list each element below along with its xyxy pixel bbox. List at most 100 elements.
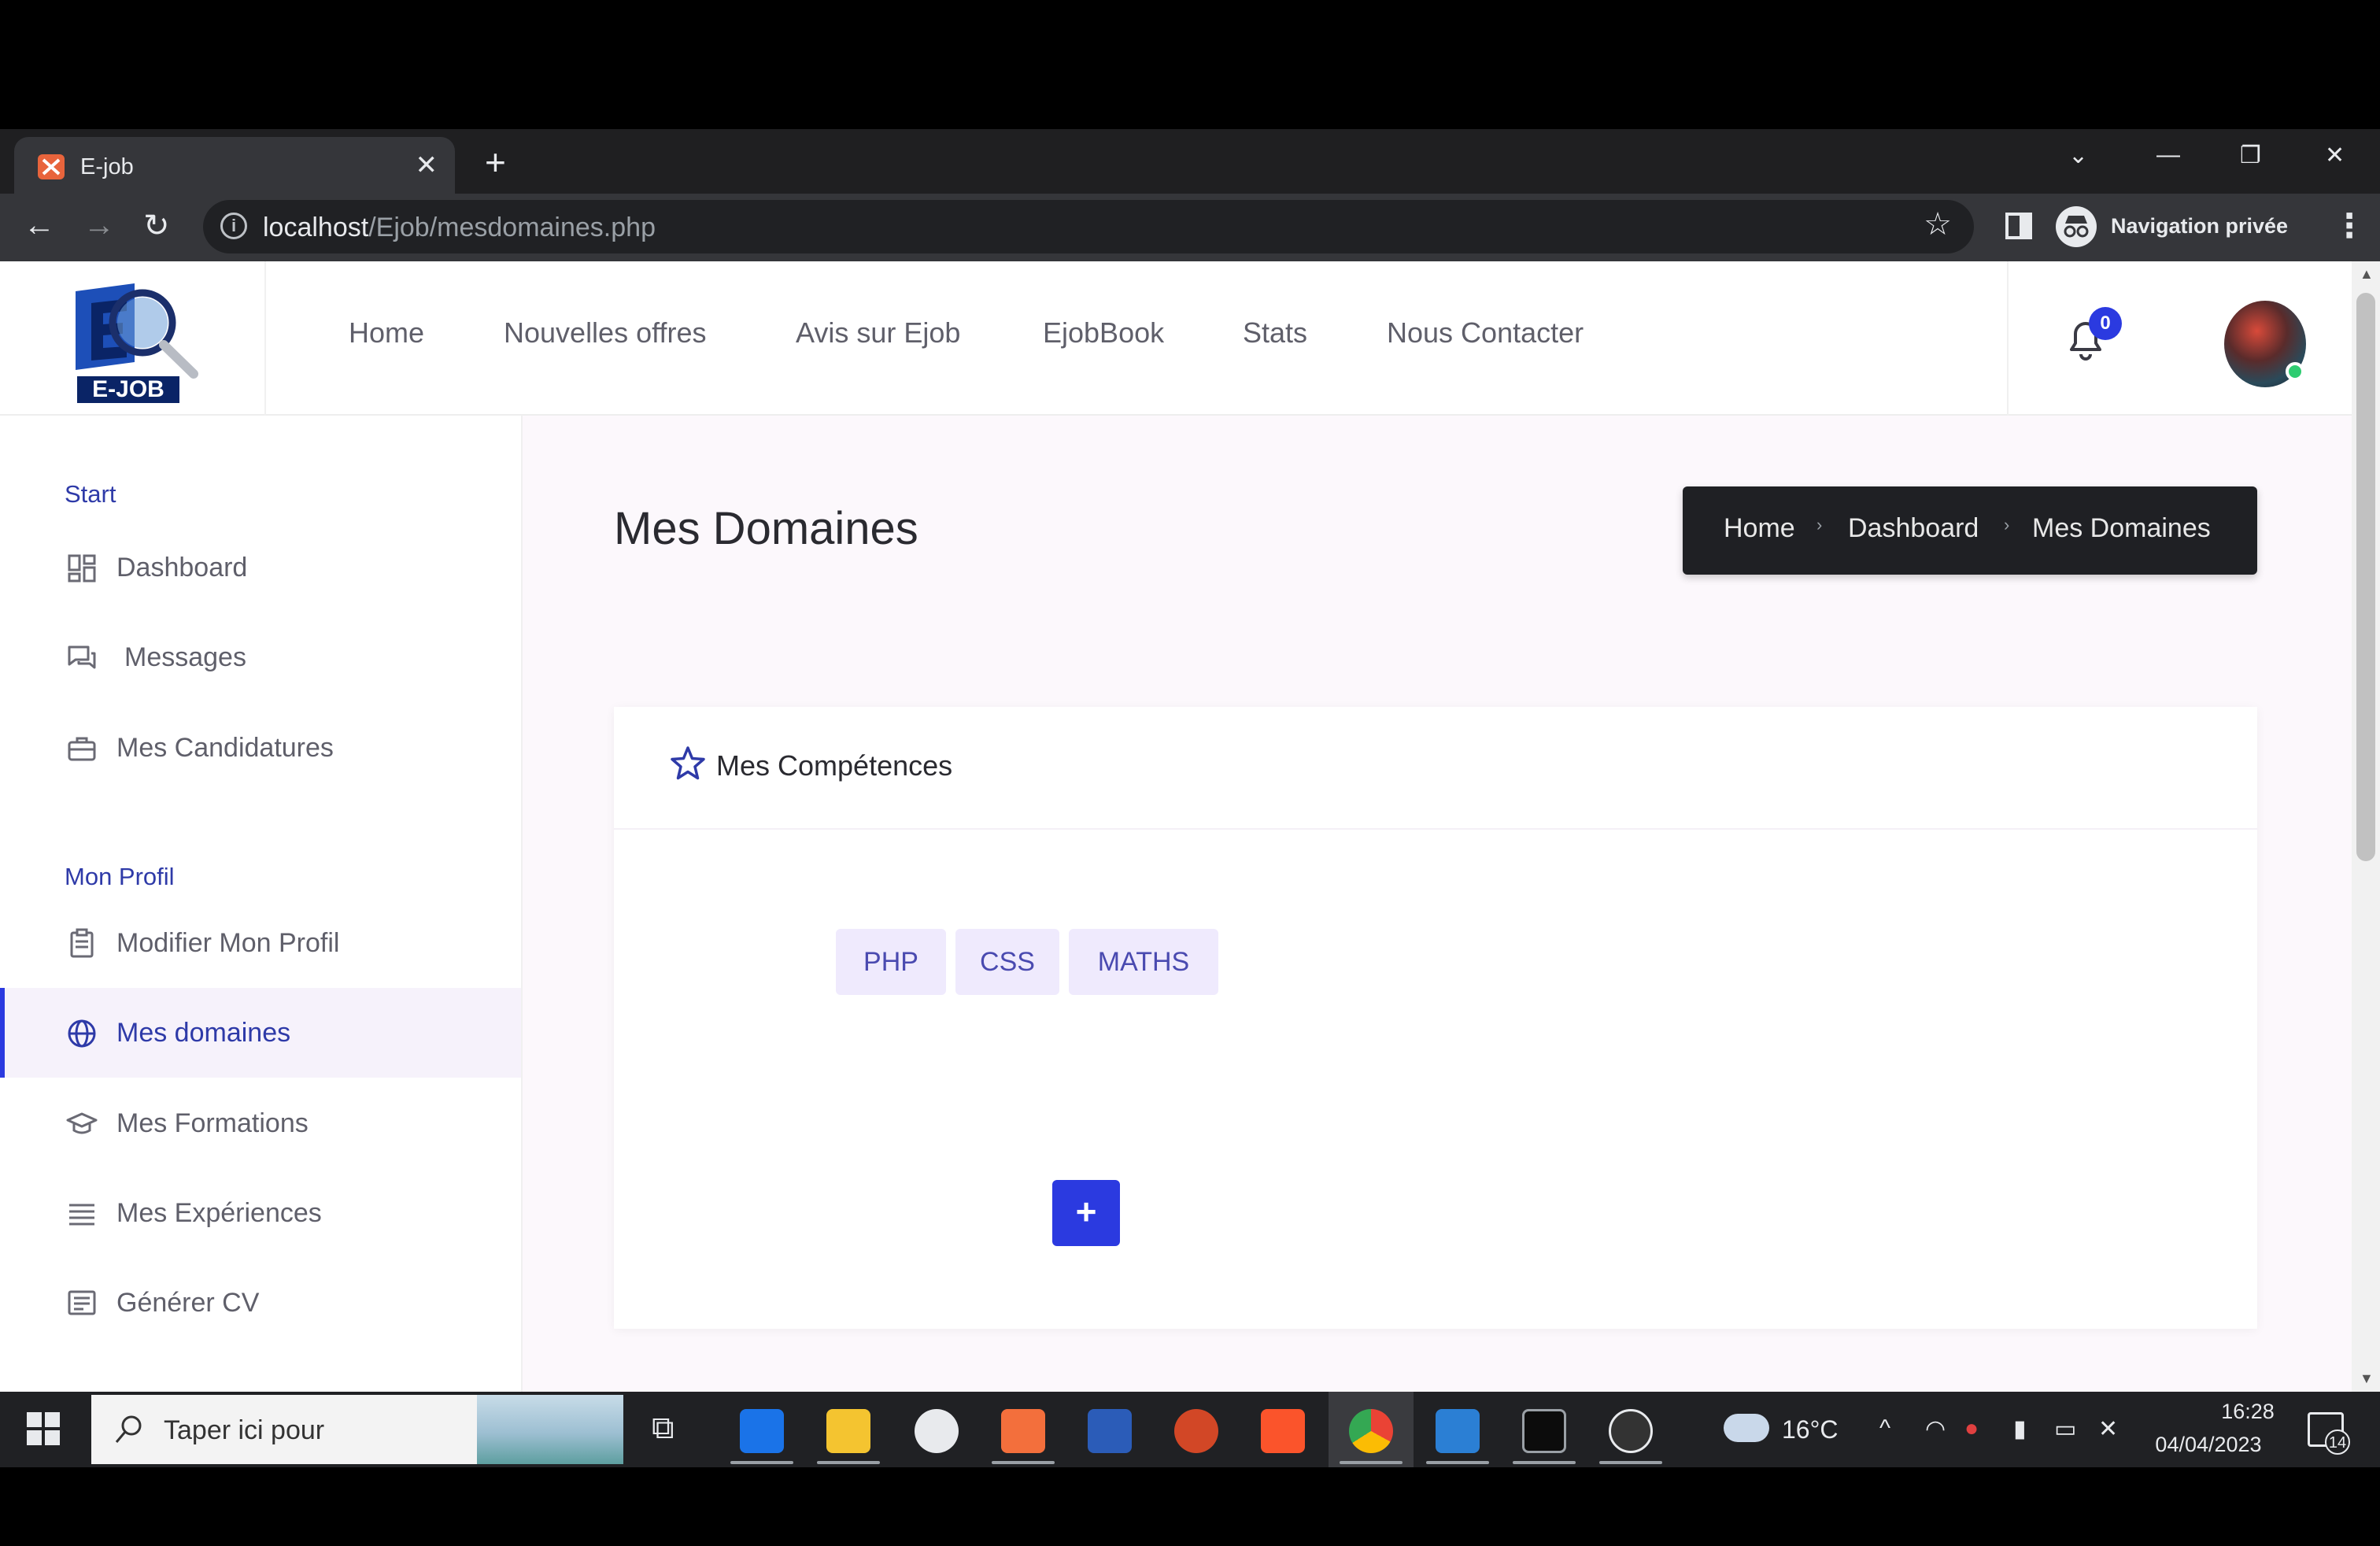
sidebar-item-mes-formations[interactable]: Mes Formations [0, 1078, 521, 1168]
nav-nouvelles-offres[interactable]: Nouvelles offres [504, 316, 706, 350]
breadcrumb-dashboard[interactable]: Dashboard [1848, 513, 1979, 544]
taskbar-search[interactable]: Taper ici pour [91, 1395, 623, 1464]
clipboard-icon [70, 928, 94, 958]
notification-center-count: 14 [2325, 1429, 2350, 1455]
battery-icon[interactable]: ▭ [2054, 1415, 2076, 1443]
nav-nous-contacter[interactable]: Nous Contacter [1387, 316, 1584, 350]
network-warning-icon[interactable]: ● [1964, 1415, 1979, 1442]
skill-chip-maths[interactable]: MATHS [1069, 929, 1218, 995]
reload-icon[interactable]: ↻ [143, 208, 170, 244]
task-view-icon[interactable]: ⧉ [652, 1411, 674, 1446]
skill-chip-php[interactable]: PHP [836, 929, 946, 995]
new-tab-icon[interactable]: + [485, 144, 506, 180]
ejob-logo[interactable]: E-JOB [60, 276, 201, 406]
cloud-weather-icon[interactable] [1724, 1414, 1769, 1442]
browser-toolbar: ← → ↻ i localhost/Ejob/mesdomaines.php ☆… [0, 194, 2380, 261]
dashboard-icon [68, 554, 96, 583]
sidebar: Start Dashboard Messages Mes Candidature… [0, 416, 523, 1392]
xampp-icon[interactable] [1001, 1409, 1045, 1453]
address-bar[interactable]: i localhost/Ejob/mesdomaines.php ☆ [203, 200, 1974, 253]
terminal-icon[interactable] [1522, 1409, 1566, 1453]
search-highlight-illustration [477, 1395, 623, 1464]
skill-chip-css[interactable]: CSS [955, 929, 1059, 995]
sidebar-item-messages[interactable]: Messages [0, 612, 521, 702]
clock-date[interactable]: 04/04/2023 [2153, 1433, 2264, 1457]
sidebar-section-mon-profil: Mon Profil [65, 863, 175, 890]
file-explorer-icon[interactable] [826, 1409, 870, 1453]
microphone-icon[interactable]: ▮ [2013, 1415, 2027, 1443]
search-icon [115, 1415, 142, 1443]
app-running-indicator [1599, 1461, 1662, 1464]
top-navbar: E-JOB Home Nouvelles offres Avis sur Ejo… [0, 261, 2352, 416]
nav-stats[interactable]: Stats [1243, 316, 1307, 350]
forward-icon[interactable]: → [83, 208, 115, 243]
document-icon [68, 1290, 96, 1315]
incognito-label[interactable]: Navigation privée [2111, 214, 2288, 239]
clock-time[interactable]: 16:28 [2185, 1400, 2311, 1424]
breadcrumb-current: Mes Domaines [2032, 513, 2211, 543]
nav-ejobbook[interactable]: EjobBook [1043, 316, 1164, 350]
sidebar-item-mes-experiences[interactable]: Mes Expériences [0, 1168, 521, 1258]
side-panel-icon[interactable] [2005, 213, 2032, 239]
sidebar-item-label: Modifier Mon Profil [116, 928, 340, 958]
tab-search-chevron-icon[interactable]: ⌄ [2068, 142, 2088, 169]
card-header: Mes Compétences [614, 707, 2257, 830]
breadcrumb-home[interactable]: Home [1724, 513, 1795, 544]
sidebar-item-label: Mes domaines [116, 1018, 291, 1048]
chrome-icon[interactable] [1349, 1409, 1393, 1453]
tray-chevron-icon[interactable]: ^ [1879, 1415, 1890, 1442]
word-icon[interactable] [1088, 1409, 1132, 1453]
scroll-up-icon[interactable]: ▲ [2360, 266, 2374, 283]
sidebar-item-mes-candidatures[interactable]: Mes Candidatures [0, 703, 521, 793]
navbar-right-divider [2007, 261, 2009, 416]
page-scrollbar[interactable]: ▲ ▼ [2352, 261, 2380, 1392]
minimize-icon[interactable]: — [2156, 142, 2180, 168]
bookmark-star-icon[interactable]: ☆ [1924, 206, 1952, 242]
mail-icon[interactable] [740, 1409, 784, 1453]
sidebar-item-label: Mes Formations [116, 1108, 309, 1138]
scroll-down-icon[interactable]: ▼ [2360, 1370, 2374, 1387]
sidebar-section-start: Start [65, 480, 116, 508]
obs-icon[interactable] [1609, 1409, 1653, 1453]
media-app-icon[interactable] [915, 1409, 959, 1453]
windows-start-icon[interactable] [27, 1412, 60, 1445]
wifi-icon[interactable]: ◠ [1925, 1415, 1946, 1443]
sidebar-item-modifier-mon-profil[interactable]: Modifier Mon Profil [0, 898, 521, 988]
globe-icon [68, 1019, 96, 1048]
close-window-icon[interactable]: ✕ [2325, 142, 2345, 169]
powerpoint-icon[interactable] [1174, 1409, 1218, 1453]
restore-icon[interactable]: ❐ [2240, 142, 2261, 169]
close-tab-icon[interactable]: ✕ [416, 150, 438, 181]
add-skill-button[interactable]: + [1052, 1180, 1120, 1246]
vscode-icon[interactable] [1436, 1409, 1480, 1453]
xampp-favicon-icon [38, 154, 65, 179]
messages-icon [68, 645, 96, 669]
browser-tab[interactable]: E-job ✕ [14, 137, 455, 194]
volume-muted-icon[interactable]: ✕ [2098, 1415, 2118, 1443]
browser-menu-icon[interactable]: ⋮ [2333, 206, 2366, 245]
sidebar-item-dashboard[interactable]: Dashboard [0, 523, 521, 612]
site-info-icon[interactable]: i [220, 213, 247, 239]
sidebar-item-generer-cv[interactable]: Générer CV [0, 1258, 521, 1348]
incognito-icon[interactable] [2056, 206, 2097, 247]
app-running-indicator [1513, 1461, 1576, 1464]
breadcrumb-separator-icon: › [2004, 515, 2010, 534]
page-title: Mes Domaines [614, 503, 918, 554]
sidebar-item-label: Générer CV [116, 1288, 260, 1318]
nav-home[interactable]: Home [349, 316, 424, 350]
url-host: localhost [263, 213, 369, 242]
star-icon [671, 746, 705, 780]
taskbar-search-placeholder: Taper ici pour [164, 1415, 325, 1445]
back-icon[interactable]: ← [24, 208, 55, 243]
online-status-dot [2286, 362, 2304, 381]
app-running-indicator [730, 1461, 793, 1464]
notification-badge: 0 [2089, 307, 2122, 340]
nav-avis-sur-ejob[interactable]: Avis sur Ejob [796, 316, 960, 350]
sidebar-item-label: Messages [124, 642, 246, 672]
weather-temperature[interactable]: 16°C [1782, 1415, 1839, 1444]
sidebar-item-mes-domaines[interactable]: Mes domaines [0, 988, 521, 1078]
competences-card: Mes Compétences PHP CSS MATHS [614, 707, 2257, 1329]
scroll-thumb[interactable] [2356, 293, 2375, 861]
brave-icon[interactable] [1261, 1409, 1305, 1453]
app-running-indicator [992, 1461, 1055, 1464]
